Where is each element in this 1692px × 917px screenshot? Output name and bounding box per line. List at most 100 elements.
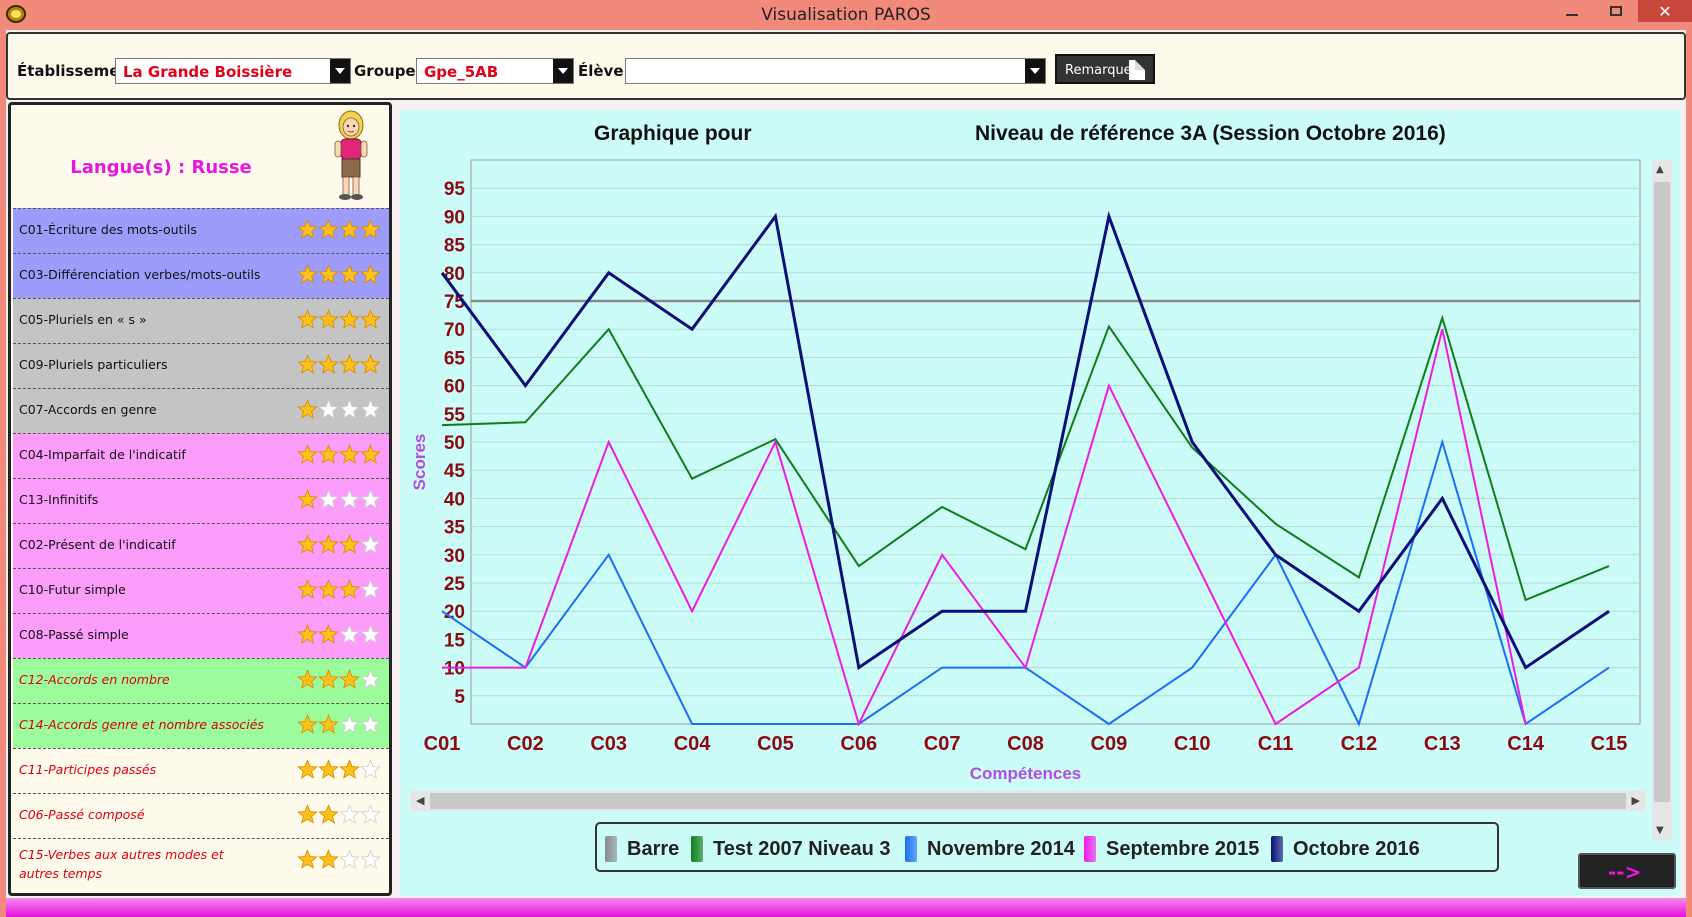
- legend-item: Test 2007 Niveau 3: [691, 836, 891, 862]
- star-filled-icon: [318, 264, 339, 284]
- maximize-button[interactable]: [1594, 0, 1638, 22]
- groupe-select[interactable]: Gpe_5AB: [416, 58, 574, 84]
- star-filled-icon: [360, 264, 381, 284]
- star-empty-icon: [339, 714, 360, 734]
- star-filled-icon: [297, 669, 318, 689]
- legend-label: Septembre 2015: [1106, 837, 1260, 860]
- x-tick-label: C15: [1591, 733, 1628, 755]
- star-empty-icon: [318, 399, 339, 419]
- star-filled-icon: [297, 399, 318, 419]
- skill-row[interactable]: C15-Verbes aux autres modes et autres te…: [13, 838, 389, 883]
- horizontal-scroll-thumb[interactable]: [430, 793, 1626, 809]
- skill-row[interactable]: C07-Accords en genre: [13, 388, 389, 433]
- chart-panel: 5 10 15 20 25 30 35 40 45 50 55 60 65 70 75 80 85 90 95 C01…: [400, 110, 1680, 896]
- scroll-down-icon[interactable]: ▼: [1656, 825, 1664, 836]
- star-empty-icon: [360, 804, 381, 824]
- legend-label: Novembre 2014: [927, 837, 1075, 860]
- chevron-down-icon[interactable]: [330, 59, 350, 83]
- close-button[interactable]: ✕: [1638, 0, 1692, 22]
- star-filled-icon: [360, 354, 381, 374]
- star-empty-icon: [360, 849, 381, 869]
- star-filled-icon: [318, 714, 339, 734]
- star-empty-icon: [360, 669, 381, 689]
- legend-swatch: [1271, 836, 1283, 862]
- star-filled-icon: [297, 309, 318, 329]
- star-filled-icon: [339, 264, 360, 284]
- skill-row[interactable]: C11-Participes passés: [13, 748, 389, 793]
- star-empty-icon: [360, 534, 381, 554]
- skill-row[interactable]: C04-Imparfait de l'indicatif: [13, 433, 389, 478]
- skill-row[interactable]: C10-Futur simple: [13, 568, 389, 613]
- star-filled-icon: [297, 219, 318, 239]
- skill-row[interactable]: C05-Pluriels en « s »: [13, 298, 389, 343]
- star-filled-icon: [318, 669, 339, 689]
- star-filled-icon: [297, 579, 318, 599]
- student-avatar-icon: [334, 110, 368, 200]
- y-tick-label: 45: [444, 461, 466, 482]
- next-button[interactable]: -->: [1578, 853, 1676, 889]
- x-tick-label: C08: [1007, 733, 1044, 755]
- y-axis-label: Scores: [410, 434, 429, 491]
- y-tick-label: 65: [444, 348, 466, 369]
- star-filled-icon: [318, 534, 339, 554]
- remarque-button[interactable]: Remarque: [1055, 54, 1155, 84]
- legend-swatch: [691, 836, 703, 862]
- star-filled-icon: [318, 579, 339, 599]
- star-filled-icon: [297, 264, 318, 284]
- legend-item: Novembre 2014: [905, 836, 1075, 862]
- vertical-scrollbar[interactable]: ▲ ▼: [1652, 160, 1672, 840]
- groupe-value: Gpe_5AB: [424, 63, 499, 81]
- y-tick-label: 70: [444, 320, 465, 341]
- vertical-scroll-thumb[interactable]: [1654, 182, 1670, 802]
- star-empty-icon: [360, 714, 381, 734]
- x-tick-label: C01: [424, 733, 461, 755]
- star-rating: [297, 759, 381, 780]
- skill-name: C15-Verbes aux autres modes et autres te…: [19, 847, 224, 881]
- skill-row[interactable]: C06-Passé composé: [13, 793, 389, 838]
- skill-row[interactable]: C09-Pluriels particuliers: [13, 343, 389, 388]
- y-tick-label: 85: [444, 236, 466, 257]
- star-empty-icon: [339, 399, 360, 419]
- eleve-select[interactable]: [625, 58, 1046, 84]
- scroll-right-icon[interactable]: ▶: [1632, 794, 1640, 807]
- skill-list: C01-Écriture des mots-outils C03-Différen…: [13, 208, 389, 883]
- star-filled-icon: [360, 309, 381, 329]
- y-tick-label: 10: [444, 659, 465, 680]
- star-filled-icon: [339, 444, 360, 464]
- star-filled-icon: [339, 669, 360, 689]
- skill-name: C11-Participes passés: [19, 762, 157, 777]
- skill-row[interactable]: C02-Présent de l'indicatif: [13, 523, 389, 568]
- chevron-down-icon[interactable]: [1025, 59, 1045, 83]
- minimize-button[interactable]: [1550, 0, 1594, 22]
- x-tick-label: C12: [1341, 733, 1378, 755]
- skill-row[interactable]: C12-Accords en nombre: [13, 658, 389, 703]
- legend-label: Octobre 2016: [1293, 837, 1420, 860]
- skill-row[interactable]: C08-Passé simple: [13, 613, 389, 658]
- skill-row[interactable]: C03-Différenciation verbes/mots-outils: [13, 253, 389, 298]
- skill-row[interactable]: C13-Infinitifs: [13, 478, 389, 523]
- chart-title-right: Niveau de référence 3A (Session Octobre …: [975, 122, 1446, 145]
- skill-name: C01-Écriture des mots-outils: [19, 222, 197, 237]
- star-filled-icon: [297, 849, 318, 869]
- skill-row[interactable]: C14-Accords genre et nombre associés: [13, 703, 389, 748]
- skill-row[interactable]: C01-Écriture des mots-outils: [13, 208, 389, 253]
- maximize-icon: [1610, 6, 1622, 16]
- x-tick-label: C13: [1424, 733, 1461, 755]
- skill-name: C08-Passé simple: [19, 627, 129, 642]
- y-tick-label: 25: [444, 574, 466, 595]
- star-filled-icon: [297, 759, 318, 779]
- star-rating: [297, 714, 381, 735]
- star-filled-icon: [339, 759, 360, 779]
- star-filled-icon: [318, 219, 339, 239]
- document-icon: [1129, 60, 1145, 80]
- scroll-up-icon[interactable]: ▲: [1656, 164, 1664, 175]
- star-filled-icon: [318, 444, 339, 464]
- star-rating: [297, 219, 381, 240]
- scroll-left-icon[interactable]: ◀: [416, 794, 424, 807]
- chevron-down-icon[interactable]: [553, 59, 573, 83]
- horizontal-scrollbar[interactable]: ◀ ▶: [410, 791, 1646, 811]
- star-empty-icon: [360, 579, 381, 599]
- etablissement-select[interactable]: La Grande Boissière: [115, 58, 351, 84]
- chart-title-left: Graphique pour: [594, 122, 752, 145]
- x-tick-label: C02: [507, 733, 544, 755]
